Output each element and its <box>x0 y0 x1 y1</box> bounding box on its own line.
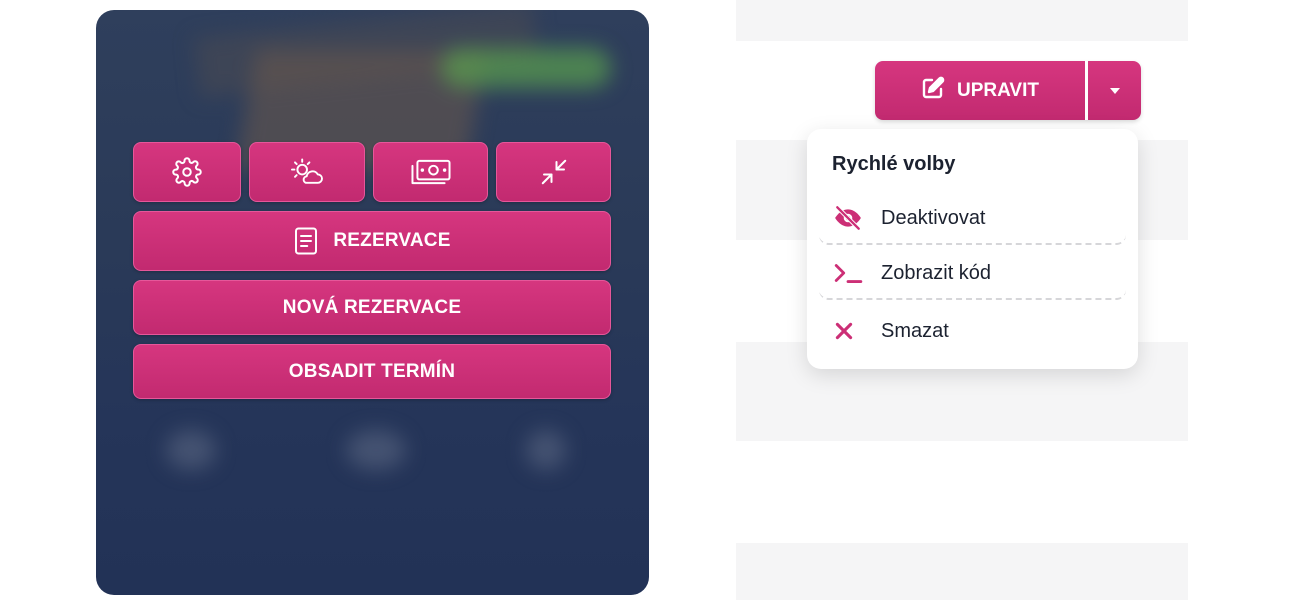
dropdown-toggle[interactable] <box>1088 61 1141 120</box>
edit-button[interactable]: UPRAVIT <box>875 61 1085 120</box>
gear-icon <box>172 157 202 187</box>
book-slot-button[interactable]: OBSADIT TERMÍN <box>133 344 611 399</box>
weather-button[interactable] <box>249 142 365 202</box>
new-reservation-button[interactable]: NOVÁ REZERVACE <box>133 280 611 335</box>
caret-down-icon <box>1109 82 1121 100</box>
collapse-arrows-icon <box>539 157 569 187</box>
background-stripe <box>736 543 1188 600</box>
new-reservation-label: NOVÁ REZERVACE <box>282 296 462 318</box>
menu-item-label: Smazat <box>881 319 949 342</box>
property-card: REZERVACE NOVÁ REZERVACE OBSADIT TERMÍN <box>96 10 649 595</box>
money-icon <box>410 158 452 186</box>
settings-button[interactable] <box>133 142 241 202</box>
eye-off-icon <box>833 205 867 231</box>
document-list-icon <box>293 226 319 256</box>
book-slot-label: OBSADIT TERMÍN <box>288 360 456 382</box>
background-stripe <box>736 0 1188 41</box>
reservations-button[interactable]: REZERVACE <box>133 211 611 271</box>
menu-item-label: Zobrazit kód <box>881 261 992 284</box>
collapse-button[interactable] <box>496 142 611 202</box>
edit-label: UPRAVIT <box>957 79 1039 101</box>
payment-button[interactable] <box>373 142 488 202</box>
sun-cloud-icon <box>289 157 325 187</box>
menu-item-delete[interactable]: Smazat <box>819 305 1126 357</box>
terminal-icon <box>833 261 867 285</box>
menu-item-deactivate[interactable]: Deaktivovat <box>819 193 1126 245</box>
menu-title: Rychlé volby <box>832 153 956 175</box>
edit-split-button: UPRAVIT <box>875 61 1141 120</box>
quick-options-menu: Rychlé volby Deaktivovat Zobrazit kód Sm… <box>807 129 1138 369</box>
reservations-label: REZERVACE <box>333 230 451 251</box>
menu-item-label: Deaktivovat <box>881 206 986 229</box>
menu-item-show-code[interactable]: Zobrazit kód <box>819 248 1126 300</box>
edit-icon <box>921 76 945 106</box>
close-icon <box>833 320 867 342</box>
